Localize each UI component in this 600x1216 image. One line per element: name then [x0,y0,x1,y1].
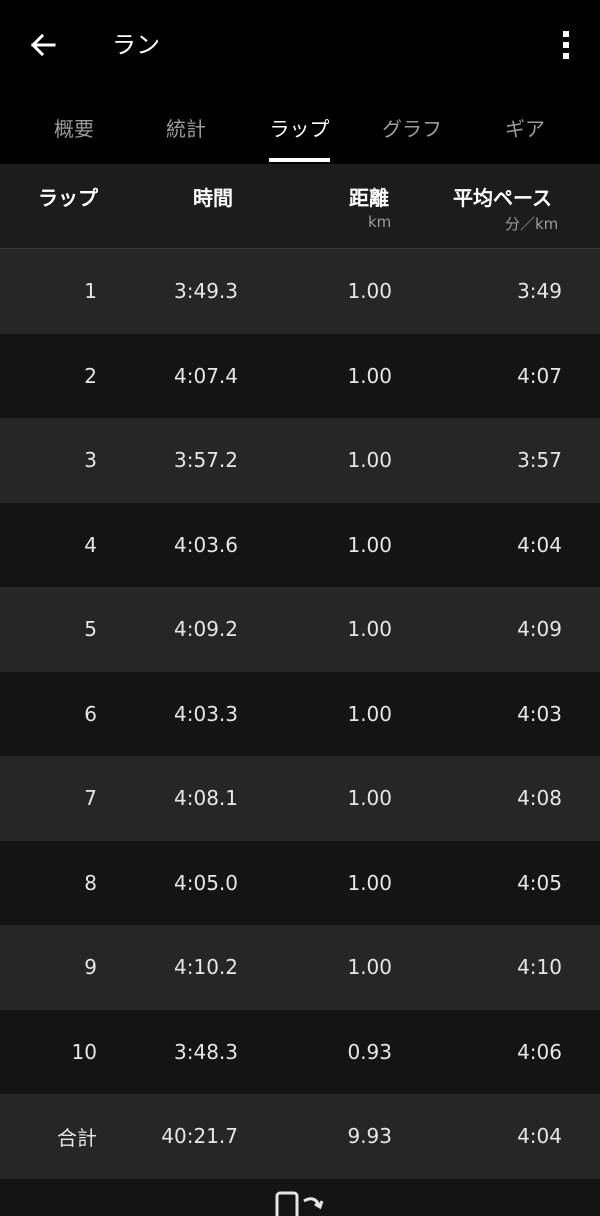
total-time: 40:21.7 [161,1124,238,1149]
lap-time: 4:03.3 [174,701,238,726]
lap-pace: 3:49 [517,279,562,304]
lap-number: 9 [84,955,97,980]
laps-table-body: 1 3:49.3 1.00 3:49 2 4:07.4 1.00 4:07 3 … [0,249,600,1179]
total-distance: 9.93 [347,1124,392,1149]
arrow-left-icon [30,33,56,57]
lap-time: 3:49.3 [174,279,238,304]
lap-distance: 1.00 [347,955,392,980]
header-time: 時間 [193,186,233,210]
lap-number: 7 [84,786,97,811]
lap-number: 3 [84,448,97,473]
app-bar: ラン [0,0,600,90]
table-row[interactable]: 6 4:03.3 1.00 4:03 [0,671,600,756]
header-pace: 平均ペース [453,186,552,210]
lap-distance: 1.00 [347,532,392,557]
tab-stats[interactable]: 統計 [130,90,242,164]
lap-pace: 4:04 [517,532,562,557]
header-lap: ラップ [38,186,98,210]
lap-number: 8 [84,870,97,895]
lap-time: 3:57.2 [174,448,238,473]
table-row[interactable]: 9 4:10.2 1.00 4:10 [0,925,600,1010]
lap-time: 4:07.4 [174,363,238,388]
lap-distance: 1.00 [347,279,392,304]
lap-distance: 1.00 [347,448,392,473]
table-row[interactable]: 2 4:07.4 1.00 4:07 [0,333,600,418]
tab-bar: 概要 統計 ラップ グラフ ギア [0,90,600,164]
lap-time: 4:03.6 [174,532,238,557]
lap-number: 5 [84,617,97,642]
tab-graph[interactable]: グラフ [356,90,468,164]
header-distance: 距離 [349,186,389,210]
lap-number: 6 [84,701,97,726]
lap-pace: 3:57 [517,448,562,473]
active-tab-indicator [269,158,330,162]
lap-number: 10 [71,1039,97,1064]
tab-overview[interactable]: 概要 [18,90,130,164]
lap-pace: 4:09 [517,617,562,642]
lap-distance: 1.00 [347,786,392,811]
table-row[interactable]: 7 4:08.1 1.00 4:08 [0,756,600,841]
lap-distance: 1.00 [347,701,392,726]
back-button[interactable] [18,22,68,68]
tab-laps[interactable]: ラップ [243,90,356,164]
header-pace-unit: 分／km [505,215,559,233]
lap-time: 4:05.0 [174,870,238,895]
table-header: ラップ 時間 距離 km 平均ペース 分／km [0,164,600,249]
bottom-action-area [0,1179,600,1216]
more-options-button[interactable] [546,22,586,68]
lap-pace: 4:03 [517,701,562,726]
total-row: 合計 40:21.7 9.93 4:04 [0,1094,600,1179]
phone-sync-icon[interactable] [274,1191,326,1216]
total-pace: 4:04 [517,1124,562,1149]
lap-distance: 0.93 [347,1039,392,1064]
lap-time: 4:08.1 [174,786,238,811]
table-row[interactable]: 1 3:49.3 1.00 3:49 [0,249,600,334]
lap-time: 4:10.2 [174,955,238,980]
table-row[interactable]: 5 4:09.2 1.00 4:09 [0,587,600,672]
total-label: 合計 [57,1125,97,1150]
lap-pace: 4:07 [517,363,562,388]
tab-gear[interactable]: ギア [468,90,582,164]
more-vertical-icon [563,31,569,59]
lap-number: 2 [84,363,97,388]
lap-pace: 4:06 [517,1039,562,1064]
lap-distance: 1.00 [347,363,392,388]
page-title: ラン [112,31,160,59]
table-row[interactable]: 3 3:57.2 1.00 3:57 [0,418,600,503]
table-row[interactable]: 10 3:48.3 0.93 4:06 [0,1009,600,1094]
lap-distance: 1.00 [347,870,392,895]
header-distance-unit: km [368,213,392,231]
lap-time: 3:48.3 [174,1039,238,1064]
lap-pace: 4:10 [517,955,562,980]
lap-distance: 1.00 [347,617,392,642]
lap-number: 1 [84,279,97,304]
table-row[interactable]: 4 4:03.6 1.00 4:04 [0,502,600,587]
lap-time: 4:09.2 [174,617,238,642]
table-row[interactable]: 8 4:05.0 1.00 4:05 [0,840,600,925]
lap-pace: 4:05 [517,870,562,895]
lap-number: 4 [84,532,97,557]
lap-pace: 4:08 [517,786,562,811]
